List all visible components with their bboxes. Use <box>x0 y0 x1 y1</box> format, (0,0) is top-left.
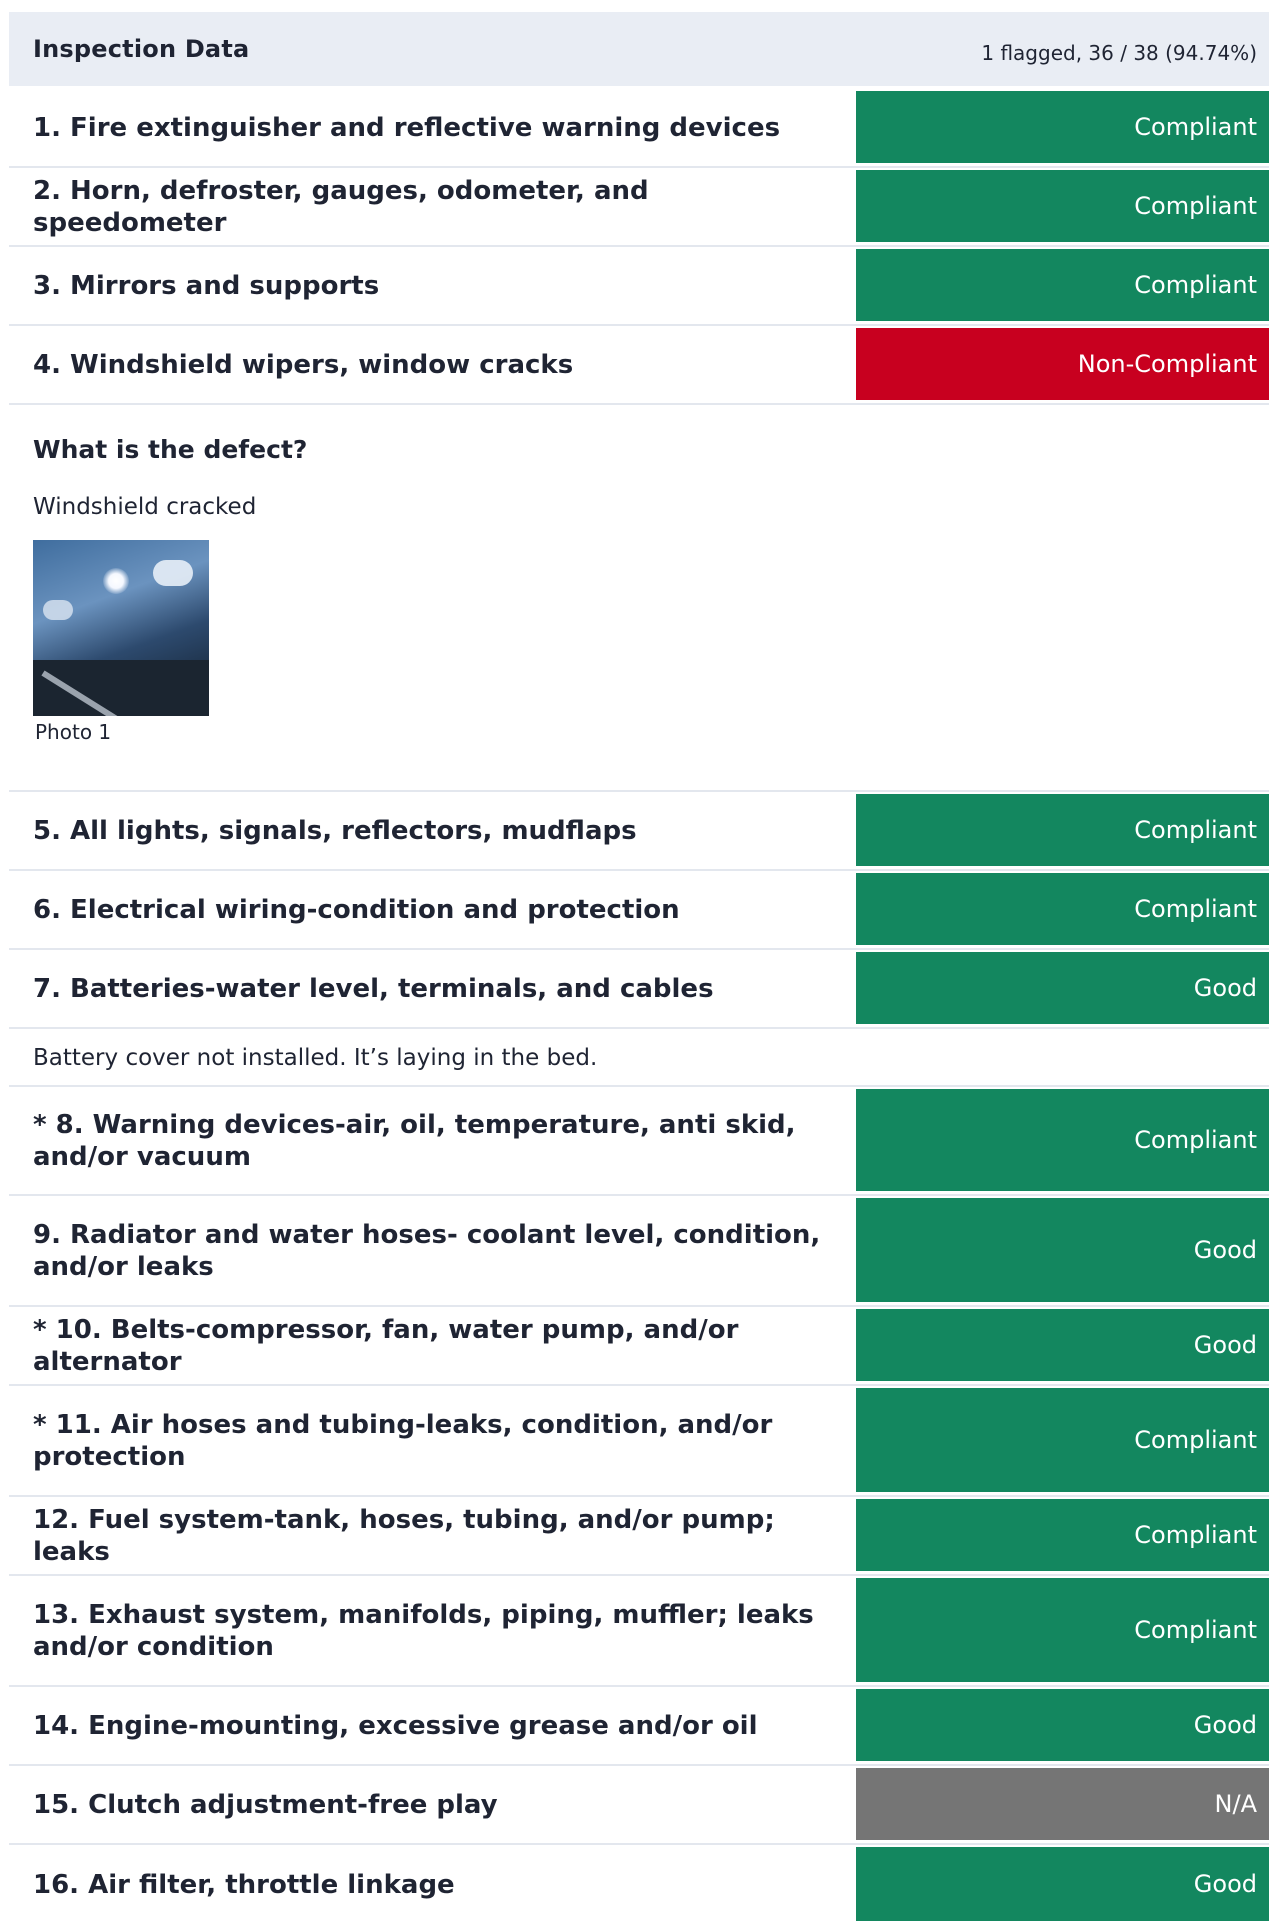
inspection-header: Inspection Data 1 flagged, 36 / 38 (94.7… <box>9 12 1269 86</box>
header-title: Inspection Data <box>33 35 250 63</box>
status-badge[interactable]: Good <box>856 1847 1269 1921</box>
windshield-photo[interactable] <box>33 540 209 716</box>
defect-answer: Windshield cracked <box>33 494 257 520</box>
row-label: 14. Engine-mounting, excessive grease an… <box>33 1710 758 1741</box>
photo-caption: Photo 1 <box>35 720 112 744</box>
inspection-row-6[interactable]: 6. Electrical wiring-condition and prote… <box>9 871 1269 950</box>
inspection-row-1[interactable]: 1. Fire extinguisher and reflective warn… <box>9 89 1269 168</box>
status-badge[interactable]: Good <box>856 1309 1269 1381</box>
inspection-row-4[interactable]: 4. Windshield wipers, window cracks Non-… <box>9 326 1269 405</box>
status-badge[interactable]: Non-Compliant <box>856 328 1269 400</box>
status-badge[interactable]: Compliant <box>856 170 1269 242</box>
status-badge[interactable]: Good <box>856 1689 1269 1761</box>
inspection-row-5[interactable]: 5. All lights, signals, reflectors, mudf… <box>9 792 1269 871</box>
inspection-row-11[interactable]: * 11. Air hoses and tubing-leaks, condit… <box>9 1386 1269 1497</box>
row-label: 15. Clutch adjustment-free play <box>33 1789 498 1820</box>
inspection-row-3[interactable]: 3. Mirrors and supports Compliant <box>9 247 1269 326</box>
row-label: 4. Windshield wipers, window cracks <box>33 349 574 380</box>
inspection-list: 1. Fire extinguisher and reflective warn… <box>9 89 1269 1924</box>
status-badge[interactable]: Good <box>856 1198 1269 1302</box>
row-label: * 10. Belts-compressor, fan, water pump,… <box>33 1314 739 1377</box>
inspection-page: Inspection Data 1 flagged, 36 / 38 (94.7… <box>0 0 1269 1921</box>
row-label: * 8. Warning devices-air, oil, temperatu… <box>33 1109 796 1172</box>
status-badge[interactable]: Compliant <box>856 91 1269 163</box>
inspection-row-14[interactable]: 14. Engine-mounting, excessive grease an… <box>9 1687 1269 1766</box>
row-label: 6. Electrical wiring-condition and prote… <box>33 894 680 925</box>
row-label: 5. All lights, signals, reflectors, mudf… <box>33 815 637 846</box>
inspection-row-12[interactable]: 12. Fuel system-tank, hoses, tubing, and… <box>9 1497 1269 1576</box>
row-label: 16. Air filter, throttle linkage <box>33 1869 455 1900</box>
row-label: * 11. Air hoses and tubing-leaks, condit… <box>33 1409 773 1472</box>
status-badge[interactable]: Compliant <box>856 1089 1269 1191</box>
photo-cloud <box>153 560 193 586</box>
photo-sun <box>103 568 129 594</box>
inspection-row-2[interactable]: 2. Horn, defroster, gauges, odometer, an… <box>9 168 1269 247</box>
row-label: 12. Fuel system-tank, hoses, tubing, and… <box>33 1504 775 1567</box>
inspection-row-7[interactable]: 7. Batteries-water level, terminals, and… <box>9 950 1269 1029</box>
defect-detail: What is the defect? Windshield cracked P… <box>9 435 1269 792</box>
inspection-row-13[interactable]: 13. Exhaust system, manifolds, piping, m… <box>9 1576 1269 1687</box>
inspection-row-9[interactable]: 9. Radiator and water hoses- coolant lev… <box>9 1196 1269 1307</box>
status-badge[interactable]: Good <box>856 952 1269 1024</box>
photo-dashboard <box>33 660 209 716</box>
inspection-row-8[interactable]: * 8. Warning devices-air, oil, temperatu… <box>9 1087 1269 1196</box>
status-badge[interactable]: Compliant <box>856 1388 1269 1492</box>
status-badge[interactable]: N/A <box>856 1768 1269 1840</box>
inspection-row-16[interactable]: 16. Air filter, throttle linkage Good <box>9 1845 1269 1924</box>
header-summary: 1 flagged, 36 / 38 (94.74%) <box>981 41 1257 65</box>
inspection-row-15[interactable]: 15. Clutch adjustment-free play N/A <box>9 1766 1269 1845</box>
defect-question: What is the defect? <box>33 435 308 464</box>
row-label: 7. Batteries-water level, terminals, and… <box>33 973 714 1004</box>
photo-cloud <box>43 600 73 620</box>
status-badge[interactable]: Compliant <box>856 1578 1269 1682</box>
row-label: 13. Exhaust system, manifolds, piping, m… <box>33 1599 814 1662</box>
battery-note: Battery cover not installed. It’s laying… <box>9 1029 1269 1087</box>
row-label: 3. Mirrors and supports <box>33 270 380 301</box>
defect-photo[interactable]: Photo 1 <box>33 540 209 754</box>
row-label: 1. Fire extinguisher and reflective warn… <box>33 112 781 143</box>
row-label: 2. Horn, defroster, gauges, odometer, an… <box>33 175 649 238</box>
row-label: 9. Radiator and water hoses- coolant lev… <box>33 1219 821 1282</box>
status-badge[interactable]: Compliant <box>856 1499 1269 1571</box>
status-badge[interactable]: Compliant <box>856 873 1269 945</box>
inspection-row-10[interactable]: * 10. Belts-compressor, fan, water pump,… <box>9 1307 1269 1386</box>
status-badge[interactable]: Compliant <box>856 794 1269 866</box>
status-badge[interactable]: Compliant <box>856 249 1269 321</box>
